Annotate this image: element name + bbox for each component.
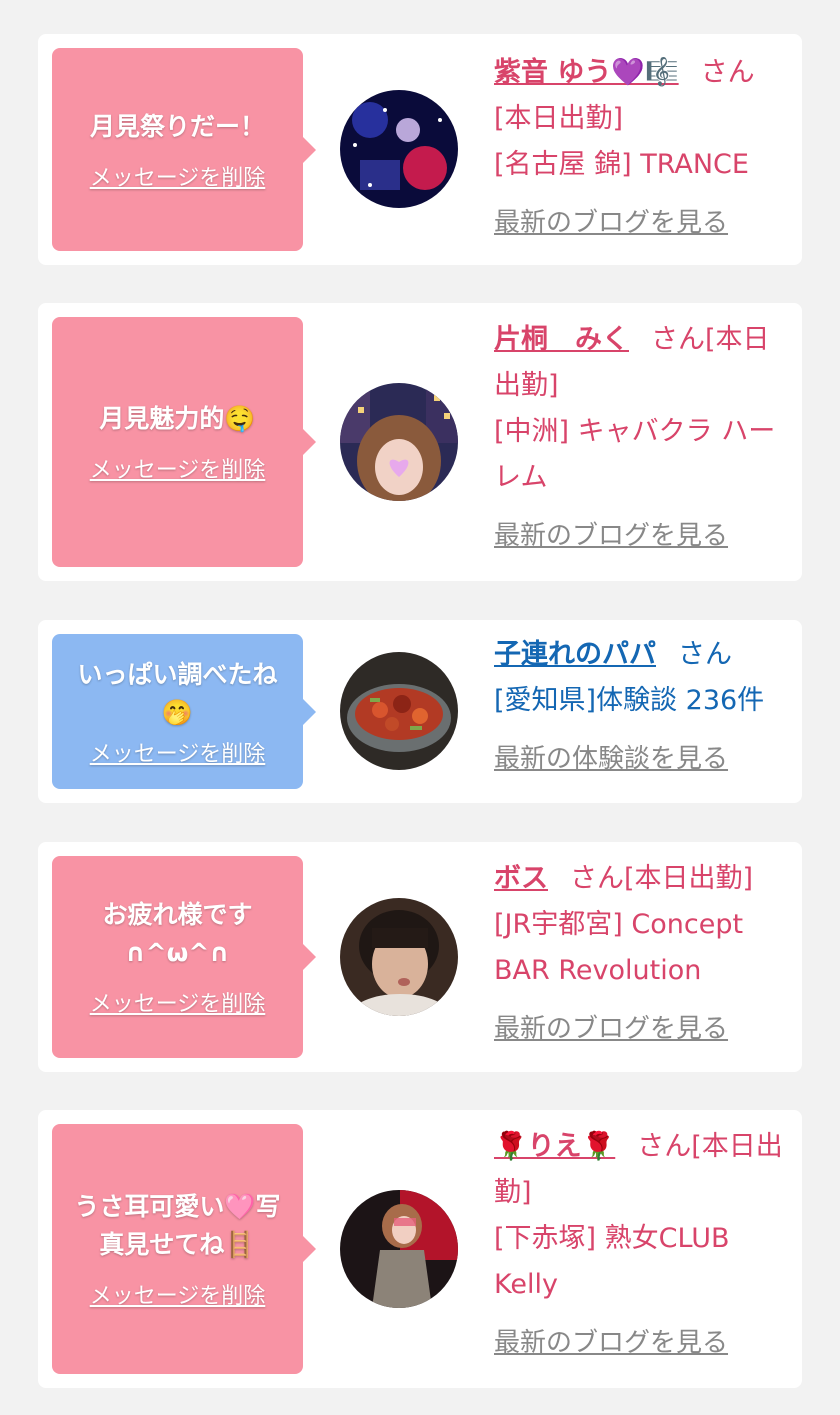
list-item: 月見魅力的🤤 メッセージを削除 片桐 みく さん[本日出勤] [中洲] キャバクラ… <box>38 303 802 581</box>
honorific: さん <box>570 863 624 894</box>
message-text: いっぱい調べたね🤭 <box>77 659 278 727</box>
message-bubble: 月見魅力的🤤 メッセージを削除 <box>52 317 316 567</box>
profile-info: 🌹りえ🌹 さん[本日出勤] [下赤塚] 熟女CLUB Kelly 最新のブログを見… <box>494 1124 788 1366</box>
avatar-photo <box>340 383 458 501</box>
message-text: 月見魅力的🤤 <box>99 404 256 433</box>
message-text: うさ耳可愛い🩷写真見せてね🪜 <box>74 1192 281 1259</box>
avatar-photo <box>340 1190 458 1308</box>
list-item: 月見祭りだー！ メッセージを削除 紫音 ゆう💜🎼 さん [本日出勤] [名古屋 錦… <box>38 34 802 265</box>
message-bubble: いっぱい調べたね🤭 メッセージを削除 <box>52 634 316 789</box>
user-name-link[interactable]: 片桐 みく <box>494 324 629 355</box>
shop-text: [下赤塚] 熟女CLUB Kelly <box>494 1223 730 1300</box>
honorific: さん <box>637 1131 692 1162</box>
message-bubble: 月見祭りだー！ メッセージを削除 <box>52 48 316 251</box>
avatar[interactable] <box>340 1190 458 1308</box>
user-name-link[interactable]: 🌹りえ🌹 <box>494 1131 615 1162</box>
profile-info: ボス さん[本日出勤] [JR宇都宮] Concept BAR Revolutio… <box>494 856 788 1052</box>
honorific: さん <box>678 639 732 670</box>
user-name-link[interactable]: 紫音 ゆう💜🎼 <box>494 57 679 88</box>
delete-message-button[interactable]: メッセージを削除 <box>90 452 266 484</box>
status-text: [本日出勤] <box>624 863 754 894</box>
message-bubble: お疲れ様です ∩^ω^∩ メッセージを削除 <box>52 856 316 1058</box>
honorific: さん <box>651 324 705 355</box>
latest-blog-link[interactable]: 最新のブログを見る <box>494 1320 788 1366</box>
delete-message-button[interactable]: メッセージを削除 <box>90 1278 266 1310</box>
profile-info: 子連れのパパ さん [愛知県]体験談 236件 最新の体験談を見る <box>494 632 788 782</box>
latest-blog-link[interactable]: 最新のブログを見る <box>494 1006 788 1052</box>
avatar-photo <box>340 90 458 208</box>
user-name-link[interactable]: ボス <box>494 863 548 894</box>
shop-text: [名古屋 錦] TRANCE <box>494 149 749 180</box>
honorific: さん <box>700 57 755 88</box>
avatar-photo <box>340 898 458 1016</box>
delete-message-button[interactable]: メッセージを削除 <box>90 160 266 192</box>
list-item: いっぱい調べたね🤭 メッセージを削除 子連れのパパ さん [愛知県]体験談 236… <box>38 620 802 803</box>
avatar[interactable] <box>340 652 458 770</box>
status-text: [本日出勤] <box>494 103 624 134</box>
latest-review-link[interactable]: 最新の体験談を見る <box>494 736 788 782</box>
avatar-photo <box>340 652 458 770</box>
profile-info: 片桐 みく さん[本日出勤] [中洲] キャバクラ ハーレム 最新のブログを見る <box>494 317 788 559</box>
shop-text: [JR宇都宮] Concept BAR Revolution <box>494 909 744 986</box>
list-item: お疲れ様です ∩^ω^∩ メッセージを削除 ボス さん[本日出勤] [JR宇都宮]… <box>38 842 802 1072</box>
message-text: お疲れ様です ∩^ω^∩ <box>102 900 253 967</box>
avatar[interactable] <box>340 898 458 1016</box>
shop-text: [中洲] キャバクラ ハーレム <box>494 416 776 493</box>
user-name-link[interactable]: 子連れのパパ <box>494 639 656 670</box>
delete-message-button[interactable]: メッセージを削除 <box>90 736 266 768</box>
message-bubble: うさ耳可愛い🩷写真見せてね🪜 メッセージを削除 <box>52 1124 316 1374</box>
review-count-text: [愛知県]体験談 236件 <box>494 685 765 716</box>
avatar[interactable] <box>340 383 458 501</box>
list-item: うさ耳可愛い🩷写真見せてね🪜 メッセージを削除 🌹りえ🌹 さん[本日出勤] [下赤… <box>38 1110 802 1388</box>
latest-blog-link[interactable]: 最新のブログを見る <box>494 200 788 246</box>
delete-message-button[interactable]: メッセージを削除 <box>90 986 266 1018</box>
profile-info: 紫音 ゆう💜🎼 さん [本日出勤] [名古屋 錦] TRANCE 最新のブログを見… <box>494 50 788 246</box>
latest-blog-link[interactable]: 最新のブログを見る <box>494 513 788 559</box>
avatar[interactable] <box>340 90 458 208</box>
message-list: 月見祭りだー！ メッセージを削除 紫音 ゆう💜🎼 さん [本日出勤] [名古屋 錦… <box>0 0 840 1415</box>
message-text: 月見祭りだー！ <box>89 111 265 141</box>
